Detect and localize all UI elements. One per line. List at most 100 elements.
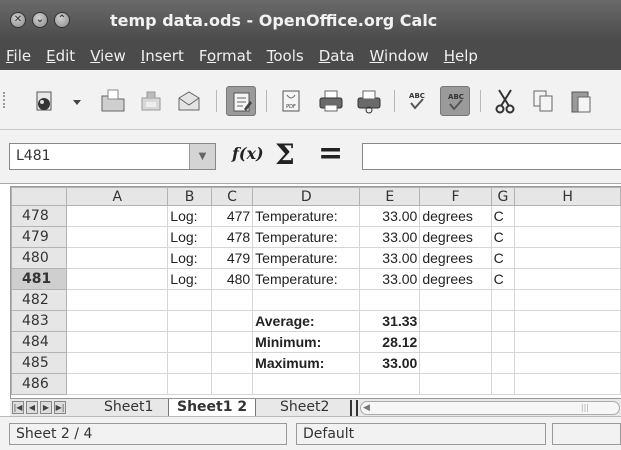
cell[interactable]: Log: bbox=[167, 268, 212, 290]
row-header-selected[interactable]: 481 bbox=[11, 268, 68, 290]
open-folder-icon[interactable] bbox=[98, 86, 128, 116]
cell[interactable]: 33.00 bbox=[359, 247, 421, 269]
cell[interactable] bbox=[167, 373, 212, 395]
cell[interactable] bbox=[514, 352, 621, 374]
cell[interactable] bbox=[514, 205, 621, 227]
cell[interactable] bbox=[490, 289, 516, 311]
column-header-d[interactable]: D bbox=[252, 187, 361, 206]
menu-data[interactable]: Data bbox=[319, 47, 355, 65]
column-header-c[interactable]: C bbox=[210, 187, 254, 206]
cell[interactable] bbox=[514, 289, 621, 311]
email-document-icon[interactable] bbox=[174, 86, 204, 116]
cell[interactable] bbox=[66, 247, 169, 269]
print-preview-icon[interactable] bbox=[354, 86, 384, 116]
cell[interactable] bbox=[514, 331, 621, 353]
cell[interactable] bbox=[490, 352, 516, 374]
column-header-g[interactable]: G bbox=[490, 187, 516, 206]
cell[interactable] bbox=[66, 205, 169, 227]
cell[interactable]: degrees bbox=[419, 247, 492, 269]
cell[interactable]: C bbox=[490, 268, 516, 290]
row-header[interactable]: 479 bbox=[11, 226, 68, 248]
autospellcheck-icon[interactable]: ABC bbox=[440, 86, 470, 116]
cell[interactable]: Temperature: bbox=[252, 247, 361, 269]
minimum-label-cell[interactable]: Minimum: bbox=[252, 331, 361, 353]
previous-sheet-icon[interactable]: ◀ bbox=[26, 401, 38, 414]
new-document-icon[interactable] bbox=[30, 86, 60, 116]
menu-view[interactable]: View bbox=[90, 47, 126, 65]
column-header-f[interactable]: F bbox=[419, 187, 492, 206]
cell[interactable] bbox=[419, 310, 492, 332]
paste-icon[interactable] bbox=[566, 86, 592, 116]
cell[interactable] bbox=[66, 352, 169, 374]
row-header[interactable]: 478 bbox=[11, 205, 68, 227]
cell[interactable] bbox=[514, 247, 621, 269]
cell[interactable]: degrees bbox=[419, 205, 492, 227]
minimize-window-button[interactable]: ⌄ bbox=[32, 12, 48, 28]
cell[interactable]: Log: bbox=[167, 226, 212, 248]
name-box[interactable]: L481 ▼ bbox=[9, 143, 216, 170]
function-wizard-button[interactable]: f(x) bbox=[232, 144, 264, 163]
cell[interactable]: Temperature: bbox=[252, 205, 361, 227]
cell[interactable] bbox=[514, 226, 621, 248]
edit-file-icon[interactable] bbox=[226, 86, 256, 116]
scroll-left-icon[interactable]: ◀ bbox=[363, 402, 370, 414]
cell[interactable]: 33.00 bbox=[359, 226, 421, 248]
cell[interactable] bbox=[514, 373, 621, 395]
cell[interactable] bbox=[210, 289, 254, 311]
row-header[interactable]: 486 bbox=[11, 373, 68, 395]
cell[interactable]: Log: bbox=[167, 247, 212, 269]
cell[interactable] bbox=[490, 310, 516, 332]
tab-scroll-splitter[interactable] bbox=[350, 400, 358, 416]
menu-tools[interactable]: Tools bbox=[267, 47, 304, 65]
sheet-tab[interactable]: Sheet1 bbox=[96, 399, 161, 417]
average-value-cell[interactable]: 31.33 bbox=[359, 310, 421, 332]
cell[interactable] bbox=[252, 289, 361, 311]
cell[interactable]: 33.00 bbox=[359, 268, 421, 290]
menu-file[interactable]: File bbox=[6, 47, 31, 65]
cell[interactable] bbox=[66, 226, 169, 248]
cell[interactable]: C bbox=[490, 226, 516, 248]
cell[interactable] bbox=[66, 331, 169, 353]
horizontal-scrollbar[interactable]: ◀ ||| bbox=[360, 401, 620, 415]
cell[interactable] bbox=[419, 331, 492, 353]
cell[interactable] bbox=[66, 310, 169, 332]
cell[interactable] bbox=[514, 268, 621, 290]
cell[interactable] bbox=[210, 310, 254, 332]
cell[interactable] bbox=[66, 268, 169, 290]
copy-icon[interactable] bbox=[528, 86, 558, 116]
column-header-e[interactable]: E bbox=[359, 187, 421, 206]
cell[interactable] bbox=[419, 289, 492, 311]
maximum-label-cell[interactable]: Maximum: bbox=[252, 352, 361, 374]
spellcheck-icon[interactable]: ABC bbox=[402, 86, 432, 116]
sheet-tab[interactable]: Sheet2 bbox=[272, 399, 337, 417]
row-header[interactable]: 480 bbox=[11, 247, 68, 269]
cell[interactable] bbox=[252, 373, 361, 395]
cell[interactable] bbox=[490, 373, 516, 395]
row-header[interactable]: 485 bbox=[11, 352, 68, 374]
cell[interactable] bbox=[66, 373, 169, 395]
function-button[interactable]: = bbox=[318, 136, 343, 171]
cell[interactable] bbox=[210, 352, 254, 374]
scroll-grip-icon[interactable]: ||| bbox=[581, 403, 589, 413]
average-label-cell[interactable]: Average: bbox=[252, 310, 361, 332]
cell[interactable]: degrees bbox=[419, 226, 492, 248]
cell[interactable]: Temperature: bbox=[252, 268, 361, 290]
cell[interactable]: 479 bbox=[210, 247, 254, 269]
select-all-corner[interactable] bbox=[11, 187, 68, 206]
cell[interactable]: 478 bbox=[210, 226, 254, 248]
cell[interactable] bbox=[167, 310, 212, 332]
last-sheet-icon[interactable]: ▶| bbox=[54, 401, 66, 414]
menu-edit[interactable]: Edit bbox=[46, 47, 75, 65]
cell[interactable] bbox=[167, 331, 212, 353]
spreadsheet-grid[interactable]: A B C D E F G H 478 Log: 477 Temperature… bbox=[10, 186, 621, 398]
cell[interactable]: C bbox=[490, 205, 516, 227]
column-header-b[interactable]: B bbox=[167, 187, 212, 206]
minimum-value-cell[interactable]: 28.12 bbox=[359, 331, 421, 353]
row-header[interactable]: 482 bbox=[11, 289, 68, 311]
cell[interactable] bbox=[490, 331, 516, 353]
cell[interactable]: C bbox=[490, 247, 516, 269]
cell[interactable]: 33.00 bbox=[359, 205, 421, 227]
cell[interactable]: 480 bbox=[210, 268, 254, 290]
cell[interactable] bbox=[359, 289, 421, 311]
column-header-h[interactable]: H bbox=[514, 187, 621, 206]
